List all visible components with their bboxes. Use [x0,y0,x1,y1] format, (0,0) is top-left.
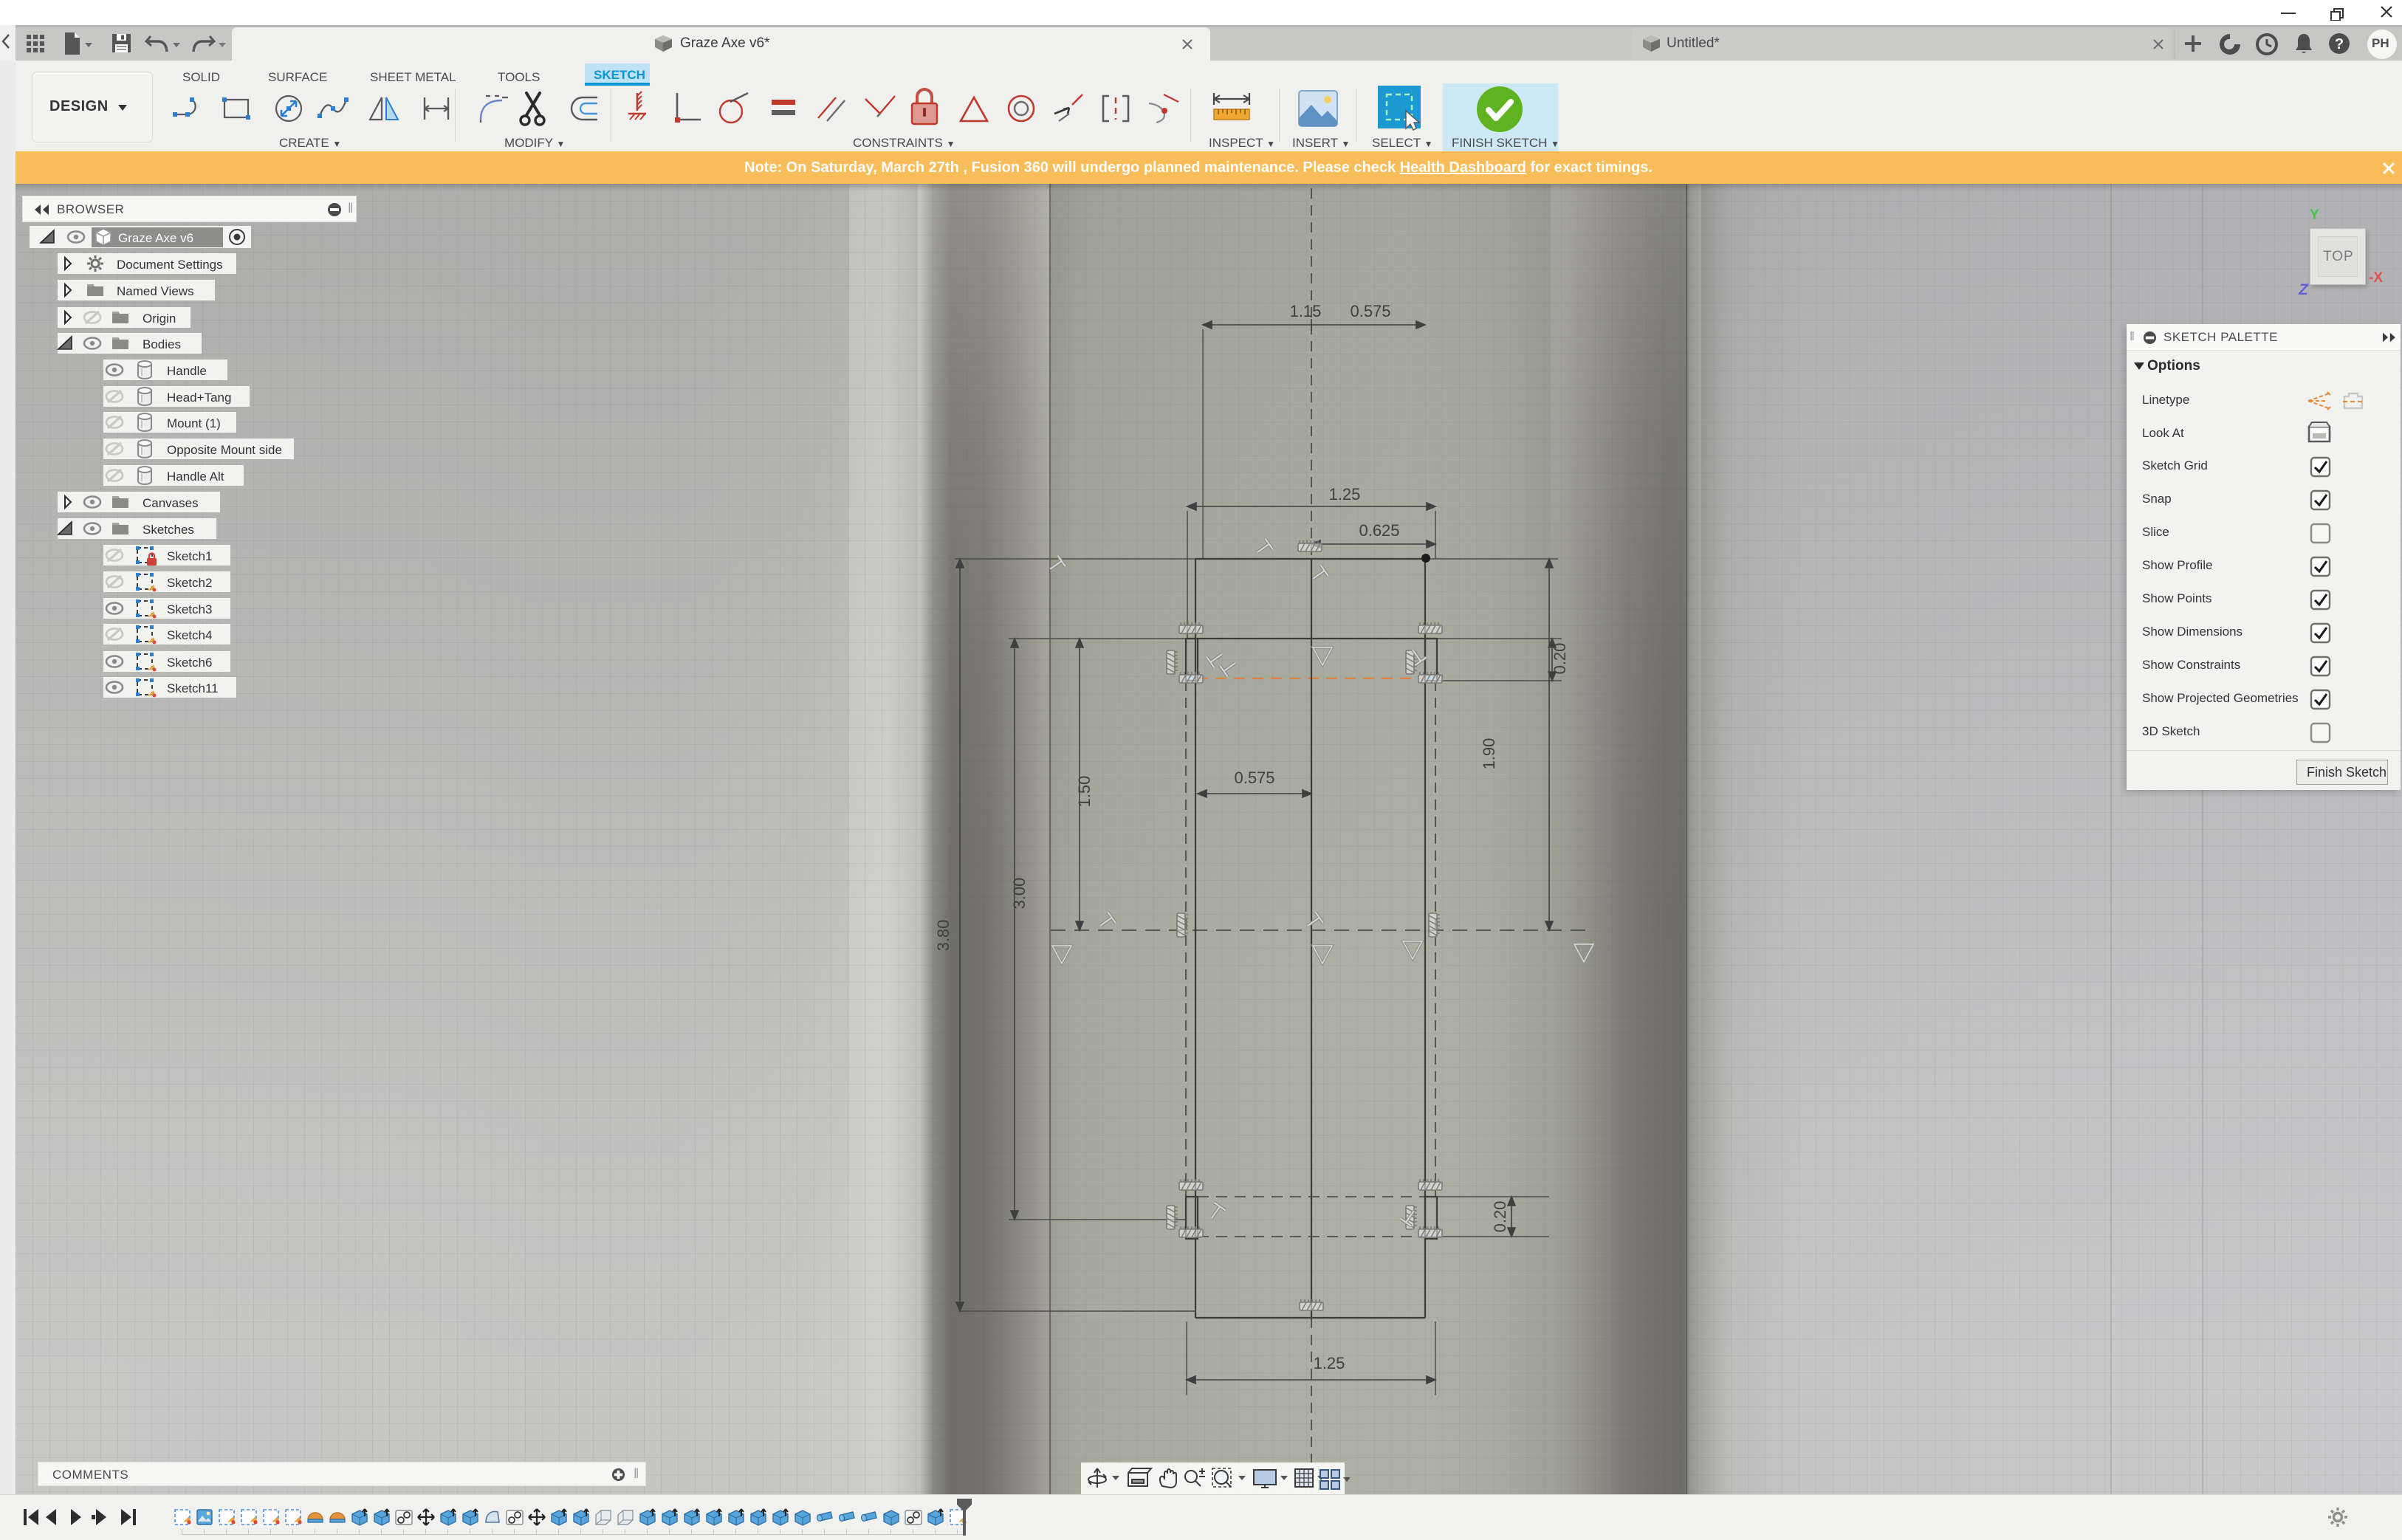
svg-text:Sketch1: Sketch1 [167,549,212,563]
svg-text:0.20: 0.20 [1491,1201,1509,1233]
svg-text:Named Views: Named Views [117,284,194,298]
svg-text:1.25: 1.25 [1329,485,1361,503]
svg-text:Graze Axe v6: Graze Axe v6 [118,231,193,245]
svg-text:3.00: 3.00 [1010,878,1029,910]
svg-text:1.50: 1.50 [1075,776,1094,808]
svg-text:3.80: 3.80 [934,920,953,952]
svg-text:Opposite Mount side: Opposite Mount side [167,443,282,457]
svg-text:0.575: 0.575 [1234,769,1274,787]
svg-text:?: ? [2335,36,2344,52]
svg-text:0.625: 0.625 [1359,521,1399,540]
svg-text:Sketches: Sketches [143,523,194,537]
svg-text:Bodies: Bodies [143,337,181,351]
svg-text:Handle: Handle [167,364,207,378]
svg-text:Sketch3: Sketch3 [167,602,212,616]
svg-text:Canvases: Canvases [143,496,199,510]
svg-text:1.15: 1.15 [1290,302,1322,320]
svg-text:Mount (1): Mount (1) [167,416,221,430]
svg-text:Document Settings: Document Settings [117,258,223,272]
svg-text:Sketch6: Sketch6 [167,656,212,670]
svg-text:1.25: 1.25 [1314,1354,1345,1372]
svg-text:0.20: 0.20 [1551,643,1569,675]
svg-text:Head+Tang: Head+Tang [167,391,231,405]
svg-text:Sketch2: Sketch2 [167,576,212,590]
svg-text:Origin: Origin [143,312,176,326]
svg-text:Sketch11: Sketch11 [167,681,219,695]
svg-text:1.90: 1.90 [1480,738,1498,770]
svg-text:Handle Alt: Handle Alt [167,470,224,484]
svg-text:0.575: 0.575 [1350,302,1390,320]
svg-text:Sketch4: Sketch4 [167,628,212,642]
